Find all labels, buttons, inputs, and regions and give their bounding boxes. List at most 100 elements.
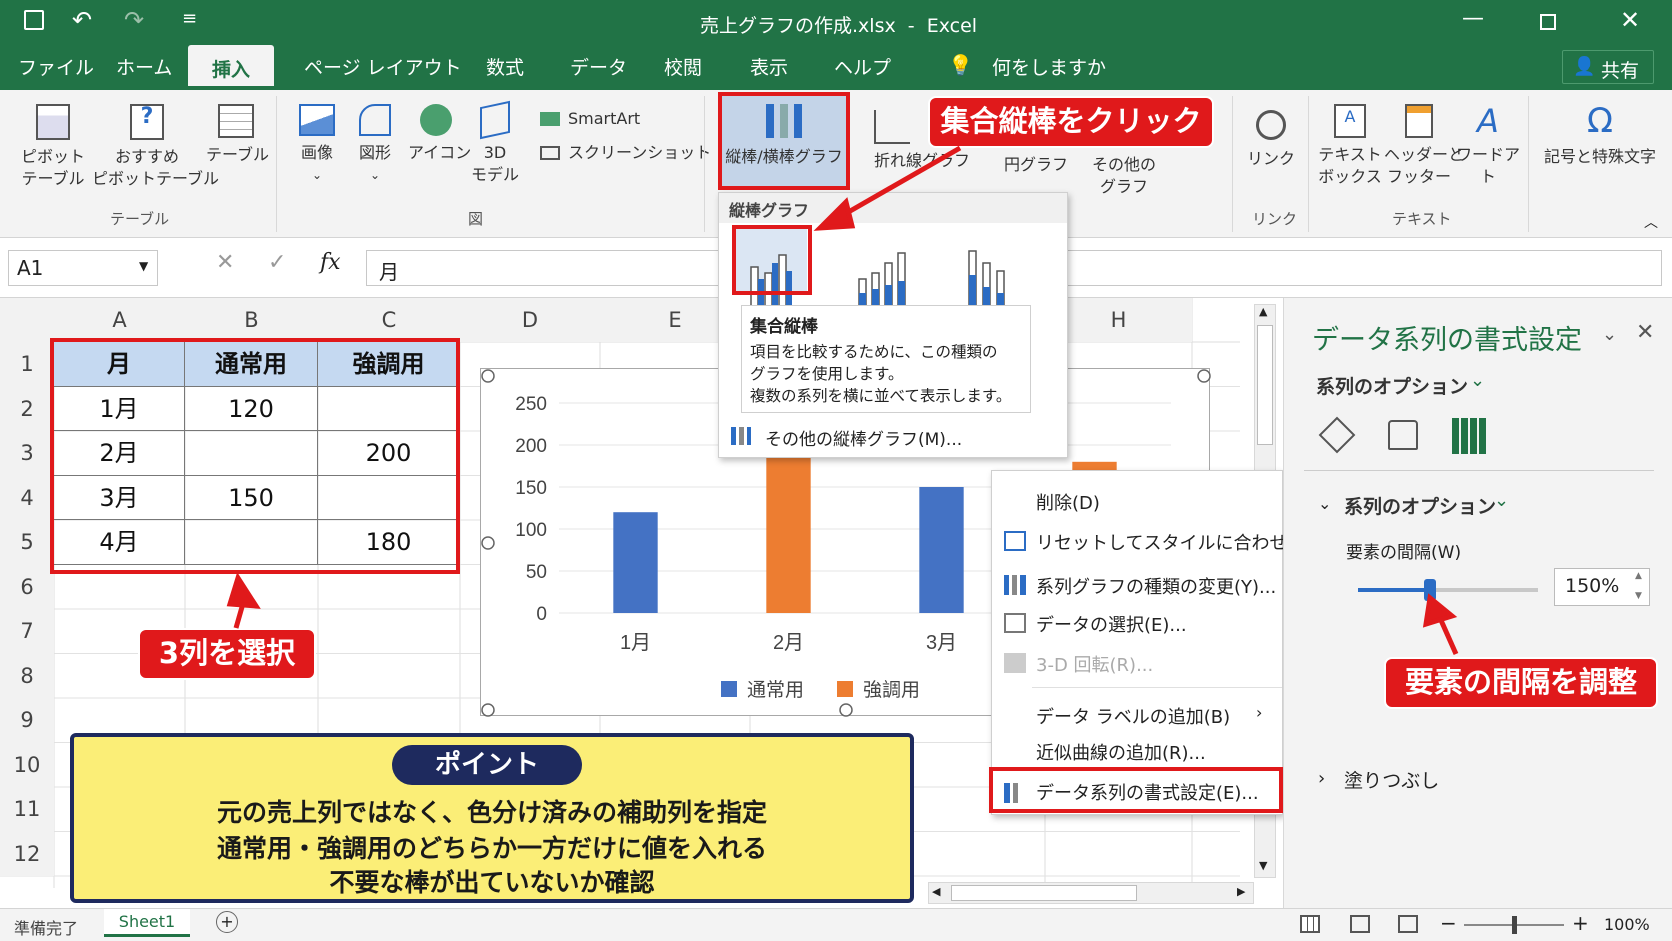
minimize-icon[interactable]: — (1462, 6, 1484, 31)
pane-close-icon[interactable]: ✕ (1636, 320, 1654, 345)
scroll-left-icon[interactable]: ◀ (932, 885, 940, 898)
spin-up-icon[interactable]: ▲ (1635, 571, 1642, 581)
close-icon[interactable]: ✕ (1620, 6, 1640, 34)
textbox-button[interactable]: A テキスト ボックス (1318, 104, 1382, 188)
column-header-A[interactable]: A (54, 298, 185, 342)
bar-強調用-2月[interactable] (766, 445, 811, 613)
tab-insert[interactable]: 挿入 (188, 45, 275, 90)
slider-thumb[interactable] (1424, 579, 1436, 601)
tab-formulas[interactable]: 数式 (486, 53, 524, 80)
menu-add-data-labels[interactable]: データ ラベルの追加(B) (1036, 703, 1230, 729)
row-header-12[interactable]: 12 (0, 831, 54, 876)
more-column-charts-item[interactable]: その他の縦棒グラフ(M)... (719, 419, 1067, 453)
name-box[interactable]: A1 ▼ (8, 250, 158, 286)
tab-help[interactable]: ヘルプ (834, 53, 891, 80)
other-charts-button[interactable]: その他の グラフ (1088, 154, 1160, 198)
row-header-8[interactable]: 8 (0, 653, 54, 698)
scroll-thumb[interactable] (1257, 325, 1273, 445)
chevron-down-icon[interactable]: ⌄ (1494, 490, 1509, 511)
sheet-tab[interactable]: Sheet1 (104, 909, 190, 937)
tab-view[interactable]: 表示 (750, 53, 788, 80)
smartart-button[interactable]: SmartArt (568, 108, 640, 130)
customize-icon[interactable]: ≡ (182, 8, 197, 29)
shapes-button[interactable]: 図形 ⌄ (350, 104, 400, 186)
cancel-icon[interactable]: ✕ (216, 250, 234, 275)
normal-view-icon[interactable] (1300, 915, 1320, 933)
row-header-5[interactable]: 5 (0, 520, 54, 565)
scroll-right-icon[interactable]: ▶ (1237, 885, 1245, 898)
series-options-icon[interactable] (1452, 418, 1486, 454)
tell-me-search[interactable]: 何をしますか (992, 53, 1106, 80)
effects-icon[interactable] (1388, 420, 1418, 450)
icons-button[interactable]: アイコン (408, 104, 471, 164)
tab-home[interactable]: ホーム (116, 53, 172, 80)
series-options-dropdown[interactable]: 系列のオプション (1316, 372, 1468, 399)
tab-data[interactable]: データ (570, 53, 627, 80)
symbol-button[interactable]: Ω 記号と特殊文字 (1536, 104, 1664, 168)
tab-review[interactable]: 校閲 (664, 53, 702, 80)
wordart-button[interactable]: A ワードア ト (1456, 104, 1520, 188)
gap-width-input[interactable]: 150% ▲ ▼ (1554, 568, 1650, 606)
row-header-1[interactable]: 1 (0, 342, 54, 387)
link-button[interactable]: リンク (1246, 110, 1296, 170)
gap-width-slider[interactable] (1358, 579, 1538, 601)
screenshot-button[interactable]: スクリーンショット (568, 142, 711, 164)
row-header-4[interactable]: 4 (0, 475, 54, 520)
hscroll-thumb[interactable] (951, 885, 1137, 901)
3d-model-button[interactable]: 3D モデル (470, 100, 520, 186)
row-header-7[interactable]: 7 (0, 609, 54, 654)
tab-file[interactable]: ファイル (18, 53, 94, 80)
menu-add-trendline[interactable]: 近似曲線の追加(R)... (1036, 739, 1206, 765)
tab-page-layout[interactable]: ページ レイアウト (304, 53, 462, 80)
row-header-9[interactable]: 9 (0, 698, 54, 743)
zoom-in-icon[interactable]: + (1572, 911, 1589, 935)
header-footer-button[interactable]: ヘッダーと フッター (1384, 104, 1464, 188)
zoom-level[interactable]: 100% (1604, 915, 1650, 934)
page-break-view-icon[interactable] (1398, 915, 1418, 933)
horizontal-scrollbar[interactable]: ◀ ▶ (928, 882, 1254, 904)
zoom-out-icon[interactable]: − (1440, 911, 1457, 935)
column-header-B[interactable]: B (185, 298, 318, 342)
collapse-icon[interactable]: ⌄ (1318, 494, 1331, 513)
column-header-C[interactable]: C (318, 298, 460, 342)
table-button[interactable]: テーブル (206, 104, 269, 166)
zoom-slider[interactable] (1464, 916, 1564, 934)
scroll-up-icon[interactable]: ▲ (1259, 305, 1267, 318)
picture-button[interactable]: 画像 ⌄ (292, 104, 342, 186)
scroll-down-icon[interactable]: ▼ (1259, 859, 1267, 872)
row-header-10[interactable]: 10 (0, 742, 54, 787)
undo-icon[interactable]: ↶ (72, 6, 92, 34)
collapse-ribbon-icon[interactable]: ︿ (1644, 212, 1658, 232)
share-button[interactable]: 👤 共有 (1562, 50, 1654, 84)
chevron-down-icon[interactable]: ▼ (139, 259, 148, 273)
select-all-corner[interactable] (0, 298, 54, 342)
row-header-11[interactable]: 11 (0, 787, 54, 832)
function-icon[interactable]: fx (320, 250, 341, 275)
zoom-thumb[interactable] (1512, 916, 1517, 934)
row-header-6[interactable]: 6 (0, 564, 54, 609)
page-layout-view-icon[interactable] (1350, 915, 1370, 933)
save-icon[interactable] (24, 10, 44, 30)
section-series-options[interactable]: 系列のオプション (1344, 492, 1496, 519)
pivot-table-button[interactable]: ピボット テーブル (16, 104, 90, 190)
column-header-D[interactable]: D (460, 298, 600, 342)
pie-chart-button[interactable]: 円グラフ (1000, 154, 1072, 176)
enter-icon[interactable]: ✓ (268, 250, 286, 275)
restore-icon[interactable] (1540, 14, 1556, 30)
chevron-down-icon[interactable]: ⌄ (1470, 370, 1485, 391)
add-sheet-icon[interactable]: + (216, 911, 238, 933)
section-fill[interactable]: 塗りつぶし (1344, 766, 1439, 793)
menu-select-data[interactable]: データの選択(E)... (1036, 611, 1187, 637)
spin-down-icon[interactable]: ▼ (1635, 591, 1642, 601)
expand-icon[interactable]: › (1318, 768, 1325, 789)
row-header-2[interactable]: 2 (0, 386, 54, 431)
bar-通常用-1月[interactable] (613, 512, 658, 613)
pane-title-chevron-icon[interactable]: ⌄ (1602, 324, 1617, 345)
recommended-pivot-button[interactable]: ? おすすめ ピボットテーブル (92, 104, 219, 190)
menu-change-series-type[interactable]: 系列グラフの種類の変更(Y)... (1036, 573, 1276, 599)
fill-line-icon[interactable] (1318, 416, 1356, 454)
redo-icon[interactable]: ↷ (124, 6, 144, 34)
menu-delete[interactable]: 削除(D) (1036, 489, 1100, 515)
row-header-3[interactable]: 3 (0, 431, 54, 476)
bar-通常用-3月[interactable] (919, 487, 964, 613)
